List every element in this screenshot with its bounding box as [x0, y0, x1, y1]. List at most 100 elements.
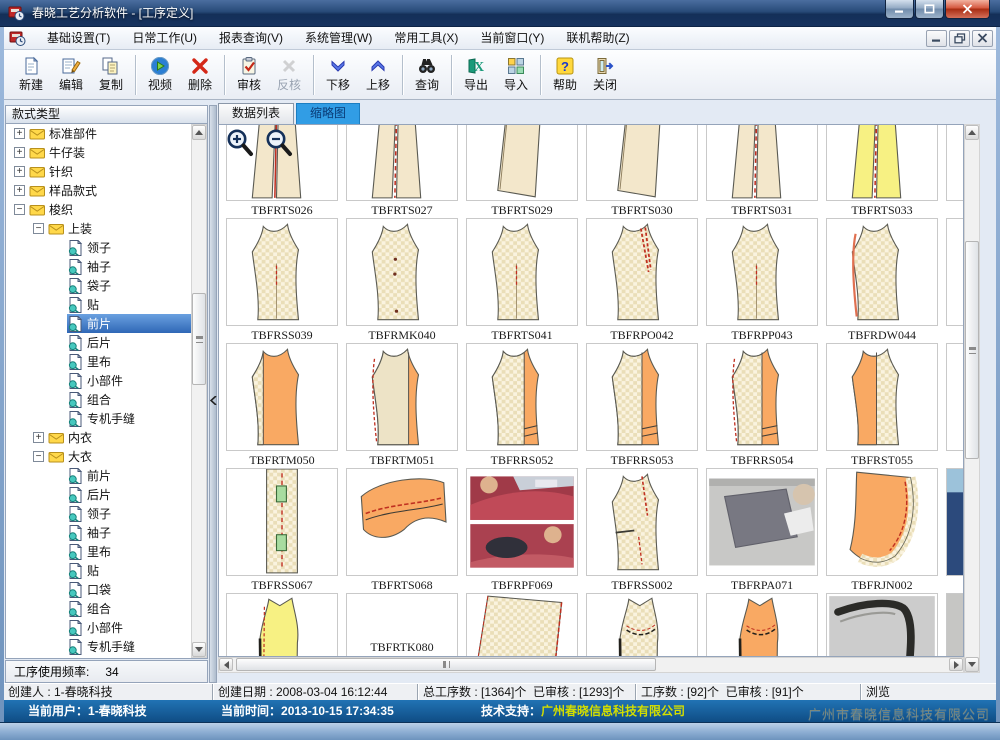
tree-item[interactable]: 专机手缝 — [6, 409, 207, 428]
thumbnail-cell[interactable]: TBFRTK080 — [346, 593, 458, 657]
thumbnail-cell[interactable] — [706, 593, 818, 657]
vertical-scrollbar[interactable] — [964, 124, 980, 673]
tree-item[interactable]: −梭织 — [6, 200, 207, 219]
thumbnail-cell[interactable] — [346, 218, 458, 326]
tree-item[interactable]: 领子 — [6, 238, 207, 257]
tree-item[interactable]: 袋子 — [6, 276, 207, 295]
tree-item[interactable]: +样品款式 — [6, 181, 207, 200]
thumbnail-partial[interactable] — [946, 343, 964, 451]
thumbnail-cell[interactable] — [706, 468, 818, 576]
thumbnail-cell[interactable] — [706, 343, 818, 451]
thumbnail-partial[interactable] — [946, 124, 964, 201]
thumbnail-cell[interactable] — [586, 593, 698, 657]
menu-item-5[interactable]: 常用工具(X) — [383, 27, 469, 49]
expand-expander[interactable]: + — [14, 166, 25, 177]
thumbnail-cell[interactable] — [466, 343, 578, 451]
tree-item[interactable]: 后片 — [6, 485, 207, 504]
tree-item[interactable]: 领子 — [6, 504, 207, 523]
thumbnail-cell[interactable] — [346, 468, 458, 576]
scroll-down-arrow[interactable] — [965, 657, 979, 672]
collapse-expander[interactable]: − — [33, 451, 44, 462]
tree-item[interactable]: 专机手缝 — [6, 637, 207, 656]
thumbnail-cell[interactable] — [826, 343, 938, 451]
tree-item[interactable]: −大衣 — [6, 447, 207, 466]
scroll-left-arrow[interactable] — [219, 658, 233, 671]
child-restore-button[interactable] — [949, 30, 970, 47]
thumbnail-cell[interactable] — [346, 124, 458, 201]
tree-item[interactable]: +牛仔装 — [6, 143, 207, 162]
tree-item[interactable]: 前片 — [6, 314, 207, 333]
tab-data-list[interactable]: 数据列表 — [218, 103, 294, 124]
menu-item-3[interactable]: 报表查询(V) — [208, 27, 294, 49]
toolbar-export-button[interactable]: X导出 — [456, 52, 496, 98]
close-button[interactable] — [945, 0, 990, 19]
thumbnail-cell[interactable] — [586, 124, 698, 201]
horizontal-scrollbar[interactable] — [218, 657, 964, 673]
thumbnail-cell[interactable] — [466, 218, 578, 326]
minimize-button[interactable] — [885, 0, 914, 19]
toolbar-help-button[interactable]: ?帮助 — [545, 52, 585, 98]
tree-item[interactable]: +标准部件 — [6, 124, 207, 143]
tab-thumbnail-view[interactable]: 缩略图 — [296, 103, 360, 124]
scrollbar-thumb[interactable] — [192, 293, 206, 385]
thumbnail-partial[interactable] — [946, 218, 964, 326]
toolbar-copy-button[interactable]: 复制 — [91, 52, 131, 98]
thumbnail-cell[interactable] — [826, 124, 938, 201]
tree-item[interactable]: 小部件 — [6, 618, 207, 637]
tree-item[interactable]: +针织 — [6, 162, 207, 181]
collapse-expander[interactable]: − — [14, 204, 25, 215]
thumbnail-cell[interactable] — [826, 593, 938, 657]
thumbnail-cell[interactable] — [706, 218, 818, 326]
toolbar-video-button[interactable]: 视频 — [140, 52, 180, 98]
toolbar-new-button[interactable]: 新建 — [11, 52, 51, 98]
thumbnail-cell[interactable] — [586, 468, 698, 576]
menu-item-1[interactable]: 基础设置(T) — [36, 27, 121, 49]
toolbar-query-button[interactable]: 查询 — [407, 52, 447, 98]
thumbnail-cell[interactable] — [586, 218, 698, 326]
tree-item[interactable]: 前片 — [6, 466, 207, 485]
thumbnail-cell[interactable] — [226, 593, 338, 657]
thumbnail-cell[interactable] — [826, 468, 938, 576]
thumbnail-cell[interactable] — [826, 218, 938, 326]
thumbnail-cell[interactable] — [586, 343, 698, 451]
menu-item-7[interactable]: 联机帮助(Z) — [555, 27, 640, 49]
scrollbar-thumb[interactable] — [965, 241, 979, 459]
tree-item[interactable]: 组合 — [6, 390, 207, 409]
thumbnail-cell[interactable] — [466, 124, 578, 201]
toolbar-import-button[interactable]: 导入 — [496, 52, 536, 98]
toolbar-move-down-button[interactable]: 下移 — [318, 52, 358, 98]
expand-expander[interactable]: + — [14, 147, 25, 158]
tree-item[interactable]: −上装 — [6, 219, 207, 238]
tree-item[interactable]: 袖子 — [6, 257, 207, 276]
tree-item[interactable]: 贴 — [6, 295, 207, 314]
thumbnail-cell[interactable] — [346, 343, 458, 451]
thumbnail-cell[interactable] — [226, 343, 338, 451]
menu-item-2[interactable]: 日常工作(U) — [121, 27, 208, 49]
toolbar-move-up-button[interactable]: 上移 — [358, 52, 398, 98]
thumbnail-cell[interactable] — [226, 468, 338, 576]
tree-item[interactable]: 里布 — [6, 352, 207, 371]
thumbnail-cell[interactable] — [226, 218, 338, 326]
maximize-button[interactable] — [915, 0, 944, 19]
scroll-down-arrow[interactable] — [192, 642, 206, 657]
tree-item[interactable]: 贴 — [6, 561, 207, 580]
tree-item[interactable]: 小部件 — [6, 371, 207, 390]
menu-item-4[interactable]: 系统管理(W) — [294, 27, 383, 49]
thumbnail-cell[interactable] — [466, 468, 578, 576]
tree-item[interactable]: +内衣 — [6, 428, 207, 447]
thumbnail-partial[interactable] — [946, 468, 964, 576]
tree-item[interactable]: 组合 — [6, 599, 207, 618]
tree-scrollbar[interactable] — [191, 124, 207, 658]
thumbnail-cell[interactable] — [706, 124, 818, 201]
tree-item[interactable]: 里布 — [6, 542, 207, 561]
tree-item[interactable]: 后片 — [6, 333, 207, 352]
child-close-button[interactable] — [972, 30, 993, 47]
scroll-up-arrow[interactable] — [192, 125, 206, 140]
scrollbar-thumb[interactable] — [236, 658, 656, 671]
child-minimize-button[interactable] — [926, 30, 947, 47]
tree-item[interactable]: 口袋 — [6, 580, 207, 599]
collapse-expander[interactable]: − — [33, 223, 44, 234]
expand-expander[interactable]: + — [14, 185, 25, 196]
expand-expander[interactable]: + — [33, 432, 44, 443]
thumbnail-partial[interactable] — [946, 593, 964, 657]
